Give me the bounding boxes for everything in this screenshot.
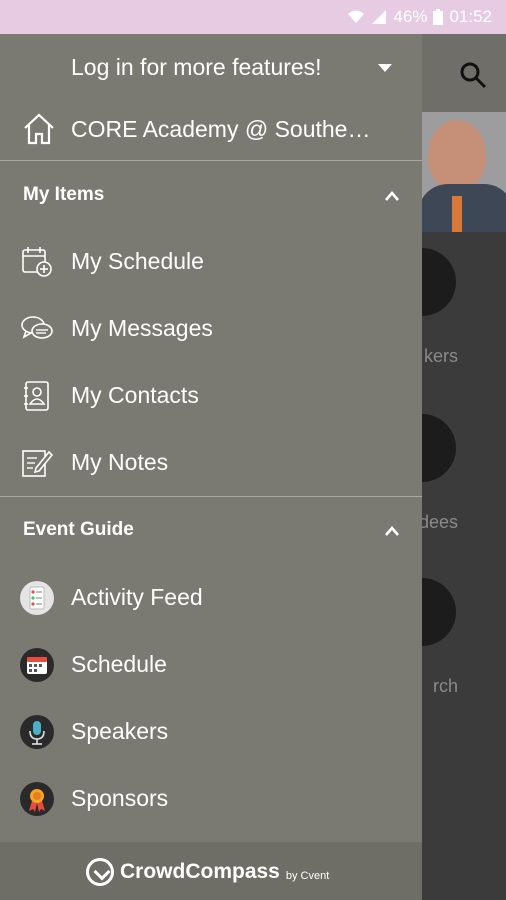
note-edit-icon — [22, 450, 54, 477]
section-header-event-guide[interactable]: Event Guide — [0, 511, 422, 551]
menu-item-label: My Messages — [71, 315, 213, 341]
brand-name: CrowdCompass — [120, 860, 280, 883]
speaker-photo — [422, 112, 506, 232]
home-icon — [24, 113, 54, 145]
background-label-speakers: kers — [423, 346, 458, 366]
navigation-drawer: Log in for more features! CORE Academy @… — [0, 34, 422, 900]
chevron-up-icon[interactable] — [384, 188, 400, 204]
menu-item-my-notes[interactable]: My Notes — [0, 433, 422, 493]
menu-item-my-contacts[interactable]: My Contacts — [0, 366, 422, 426]
battery-icon — [433, 9, 444, 25]
search-icon[interactable] — [458, 60, 488, 90]
section-title: My Items — [23, 184, 105, 205]
wifi-icon — [348, 10, 365, 23]
event-home-item[interactable]: CORE Academy @ Southe… — [0, 108, 422, 152]
menu-item-my-messages[interactable]: My Messages — [0, 299, 422, 359]
drawer-footer: CrowdCompass by Cvent — [0, 842, 422, 900]
schedule-icon — [20, 648, 54, 682]
background-label-attendees: dees — [418, 512, 458, 532]
event-name: CORE Academy @ Southe… — [71, 116, 371, 142]
menu-item-sponsors[interactable]: Sponsors — [0, 769, 422, 829]
menu-item-label: Schedule — [71, 651, 167, 677]
battery-percent: 46% — [393, 7, 428, 26]
chevron-up-icon[interactable] — [384, 523, 400, 539]
menu-item-label: My Notes — [71, 449, 169, 475]
menu-item-label: Activity Feed — [71, 584, 203, 610]
menu-item-activity-feed[interactable]: Activity Feed — [0, 568, 422, 628]
menu-item-label: Sponsors — [71, 785, 169, 811]
activity-feed-icon — [20, 581, 54, 615]
brand-logo: CrowdCompass by Cvent — [86, 858, 329, 886]
status-icons: 46% 01:52 — [347, 7, 492, 27]
background-label-search: rch — [432, 676, 458, 696]
dropdown-caret-icon[interactable] — [378, 64, 392, 72]
status-bar: 46% 01:52 — [0, 0, 506, 34]
login-prompt[interactable]: Log in for more features! — [71, 54, 322, 81]
section-title: Event Guide — [23, 519, 134, 540]
section-header-my-items[interactable]: My Items — [0, 176, 422, 216]
divider — [0, 160, 422, 161]
clock: 01:52 — [449, 7, 492, 26]
menu-item-label: Speakers — [71, 718, 169, 744]
brand-byline: by Cvent — [285, 870, 330, 882]
divider — [0, 496, 422, 497]
menu-item-schedule[interactable]: Schedule — [0, 635, 422, 695]
menu-item-label: My Schedule — [71, 248, 204, 274]
calendar-add-icon — [22, 247, 52, 277]
menu-item-label: My Contacts — [71, 382, 199, 408]
chat-bubbles-icon — [21, 316, 53, 339]
contact-book-icon — [24, 381, 49, 411]
microphone-icon — [20, 715, 54, 749]
menu-item-speakers[interactable]: Speakers — [0, 702, 422, 762]
login-row[interactable]: Log in for more features! — [0, 48, 422, 90]
ribbon-icon — [20, 782, 54, 816]
menu-item-my-schedule[interactable]: My Schedule — [0, 232, 422, 292]
signal-icon — [372, 10, 387, 24]
crowdcompass-logo-icon — [86, 858, 114, 886]
